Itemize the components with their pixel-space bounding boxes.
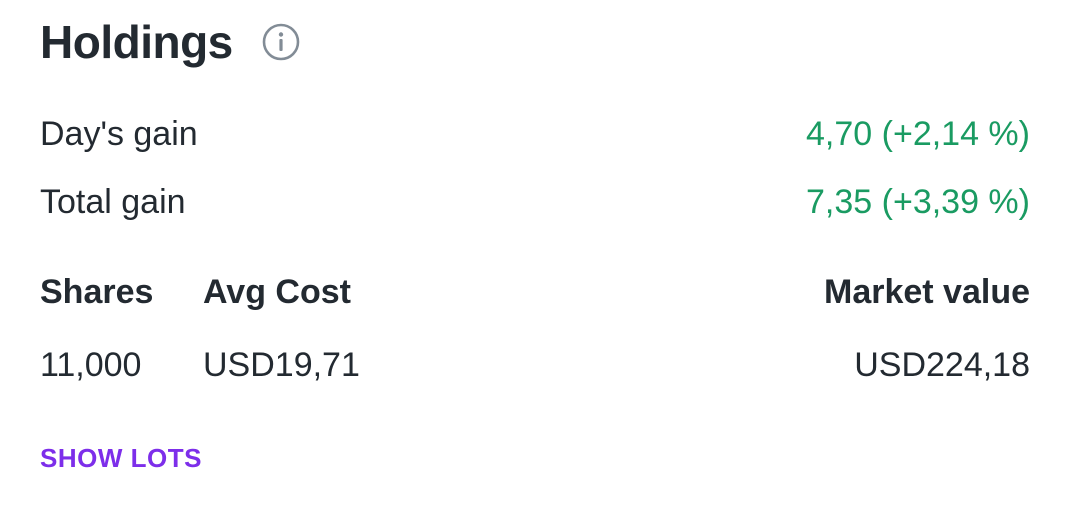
- days-gain-value: 4,70 (+2,14 %): [806, 114, 1030, 153]
- total-gain-value: 7,35 (+3,39 %): [806, 182, 1030, 221]
- market-value-value: USD224,18: [854, 345, 1030, 384]
- days-gain-label: Day's gain: [40, 114, 198, 153]
- total-gain-row: Total gain 7,35 (+3,39 %): [40, 178, 1030, 226]
- info-icon[interactable]: [261, 22, 301, 62]
- total-gain-label: Total gain: [40, 182, 186, 221]
- shares-label: Shares: [40, 272, 154, 311]
- holdings-header: Holdings: [40, 12, 301, 72]
- stats-header-row: Shares Avg Cost Market value: [40, 267, 1030, 317]
- show-lots-button[interactable]: SHOW LOTS: [40, 440, 202, 476]
- days-gain-row: Day's gain 4,70 (+2,14 %): [40, 110, 1030, 158]
- shares-value: 11,000: [40, 345, 142, 384]
- avg-cost-label: Avg Cost: [203, 272, 351, 311]
- stats-value-row: 11,000 USD19,71 USD224,18: [40, 340, 1030, 390]
- avg-cost-value: USD19,71: [203, 345, 360, 384]
- page-title: Holdings: [40, 16, 233, 68]
- market-value-label: Market value: [824, 272, 1030, 311]
